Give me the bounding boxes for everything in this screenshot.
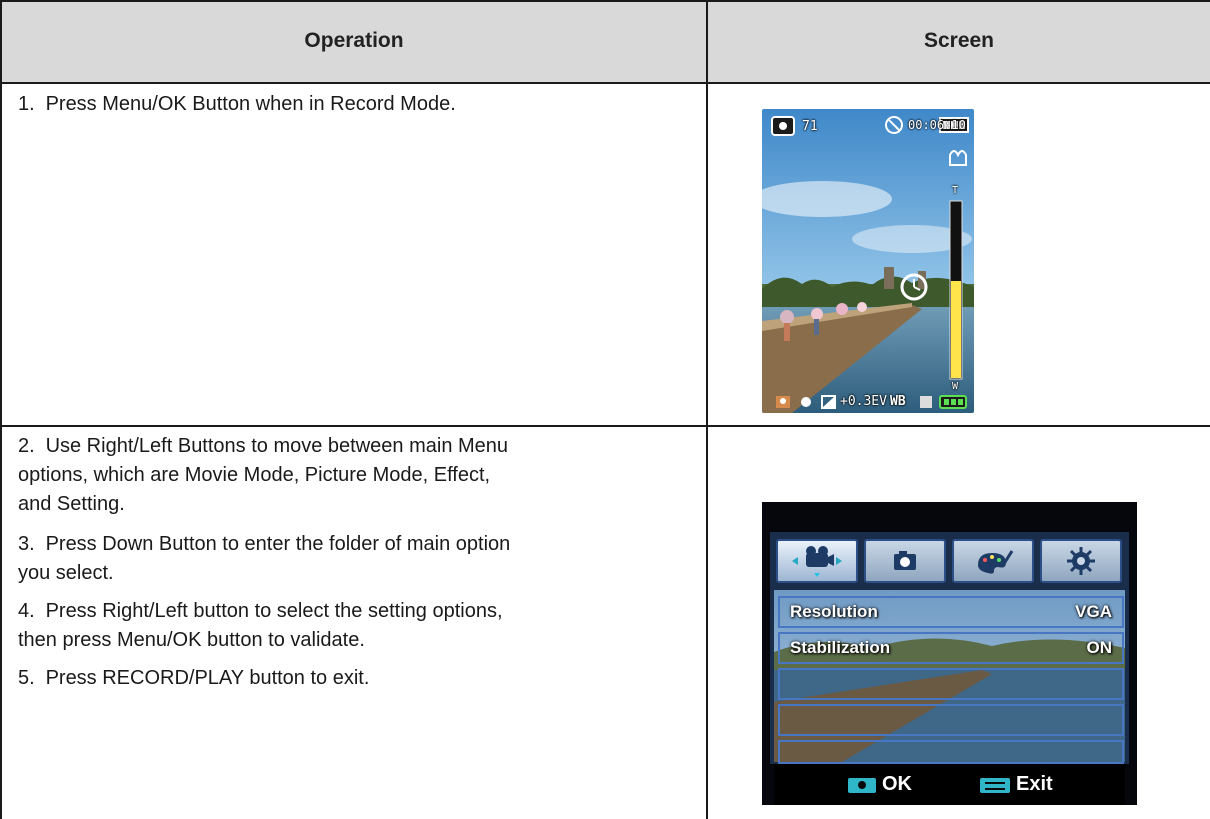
step-1: 1. Press Menu/OK Button when in Record M… (18, 90, 456, 119)
tab-setting[interactable] (1040, 539, 1122, 583)
wb-label: WB (890, 394, 906, 409)
menu-item-stabilization[interactable]: Stabilization ON (778, 632, 1124, 664)
picture-mode-icon (894, 551, 916, 570)
zoom-wide-label: W (952, 381, 959, 392)
header-operation-label: Operation (304, 29, 404, 52)
menu-item-empty (778, 704, 1124, 736)
step-text: Press RECORD/PLAY button to exit. (45, 667, 370, 689)
step-text: Use Right/Left Buttons to move between m… (18, 435, 509, 515)
menu-item-value: VGA (1075, 602, 1112, 621)
menu-item-label: Resolution (790, 602, 878, 621)
menu-item-value: ON (1086, 638, 1113, 657)
ok-label: OK (882, 773, 912, 795)
header-divider (0, 82, 1210, 84)
record-mode-screen: 71 00:06:10 T W +0.3EV WB (762, 109, 974, 413)
column-divider (706, 0, 708, 819)
tab-picture-mode[interactable] (864, 539, 946, 583)
menu-item-empty (778, 740, 1124, 764)
step-text: Press Right/Left button to select the se… (18, 600, 503, 651)
ev-value: +0.3EV (840, 394, 887, 409)
step-5: 5. Press RECORD/PLAY button to exit. (18, 664, 369, 693)
menu-item-label: Stabilization (790, 638, 891, 657)
recording-time: 00:06:10 (908, 118, 966, 132)
menu-item-resolution[interactable]: Resolution VGA (778, 596, 1124, 628)
header-screen-label: Screen (923, 29, 995, 52)
step-2: 2. Use Right/Left Buttons to move betwee… (18, 432, 508, 519)
menu-item-empty (778, 668, 1124, 700)
effect-icon (978, 550, 1014, 574)
tab-effect[interactable] (952, 539, 1034, 583)
exit-label: Exit (1016, 773, 1053, 795)
table-border-top (0, 0, 1210, 2)
step-number: 1. (18, 93, 35, 115)
zoom-level-fill (951, 281, 961, 378)
movie-mode-icon (792, 546, 842, 577)
header-operation: Operation (2, 0, 706, 82)
shots-remaining: 71 (802, 119, 818, 134)
step-number: 5. (18, 667, 35, 689)
menu-screen: Resolution VGA Stabilization ON OK Exit (762, 502, 1137, 805)
step-number: 4. (18, 600, 35, 622)
zoom-tele-label: T (952, 185, 959, 196)
header-screen: Screen (708, 0, 1210, 82)
step-number: 3. (18, 533, 35, 555)
step-text: Press Menu/OK Button when in Record Mode… (45, 93, 456, 115)
row-divider (0, 425, 1210, 427)
step-4: 4. Press Right/Left button to select the… (18, 597, 503, 655)
step-text: Press Down Button to enter the folder of… (18, 533, 511, 584)
operation-table: Operation Screen 1. Press Menu/OK Button… (0, 0, 1210, 819)
step-number: 2. (18, 435, 35, 457)
setting-icon (1067, 547, 1095, 575)
tab-movie-mode[interactable] (776, 539, 858, 583)
osd-overlay (771, 116, 969, 409)
step-3: 3. Press Down Button to enter the folder… (18, 530, 510, 588)
table-border-left (0, 0, 2, 819)
